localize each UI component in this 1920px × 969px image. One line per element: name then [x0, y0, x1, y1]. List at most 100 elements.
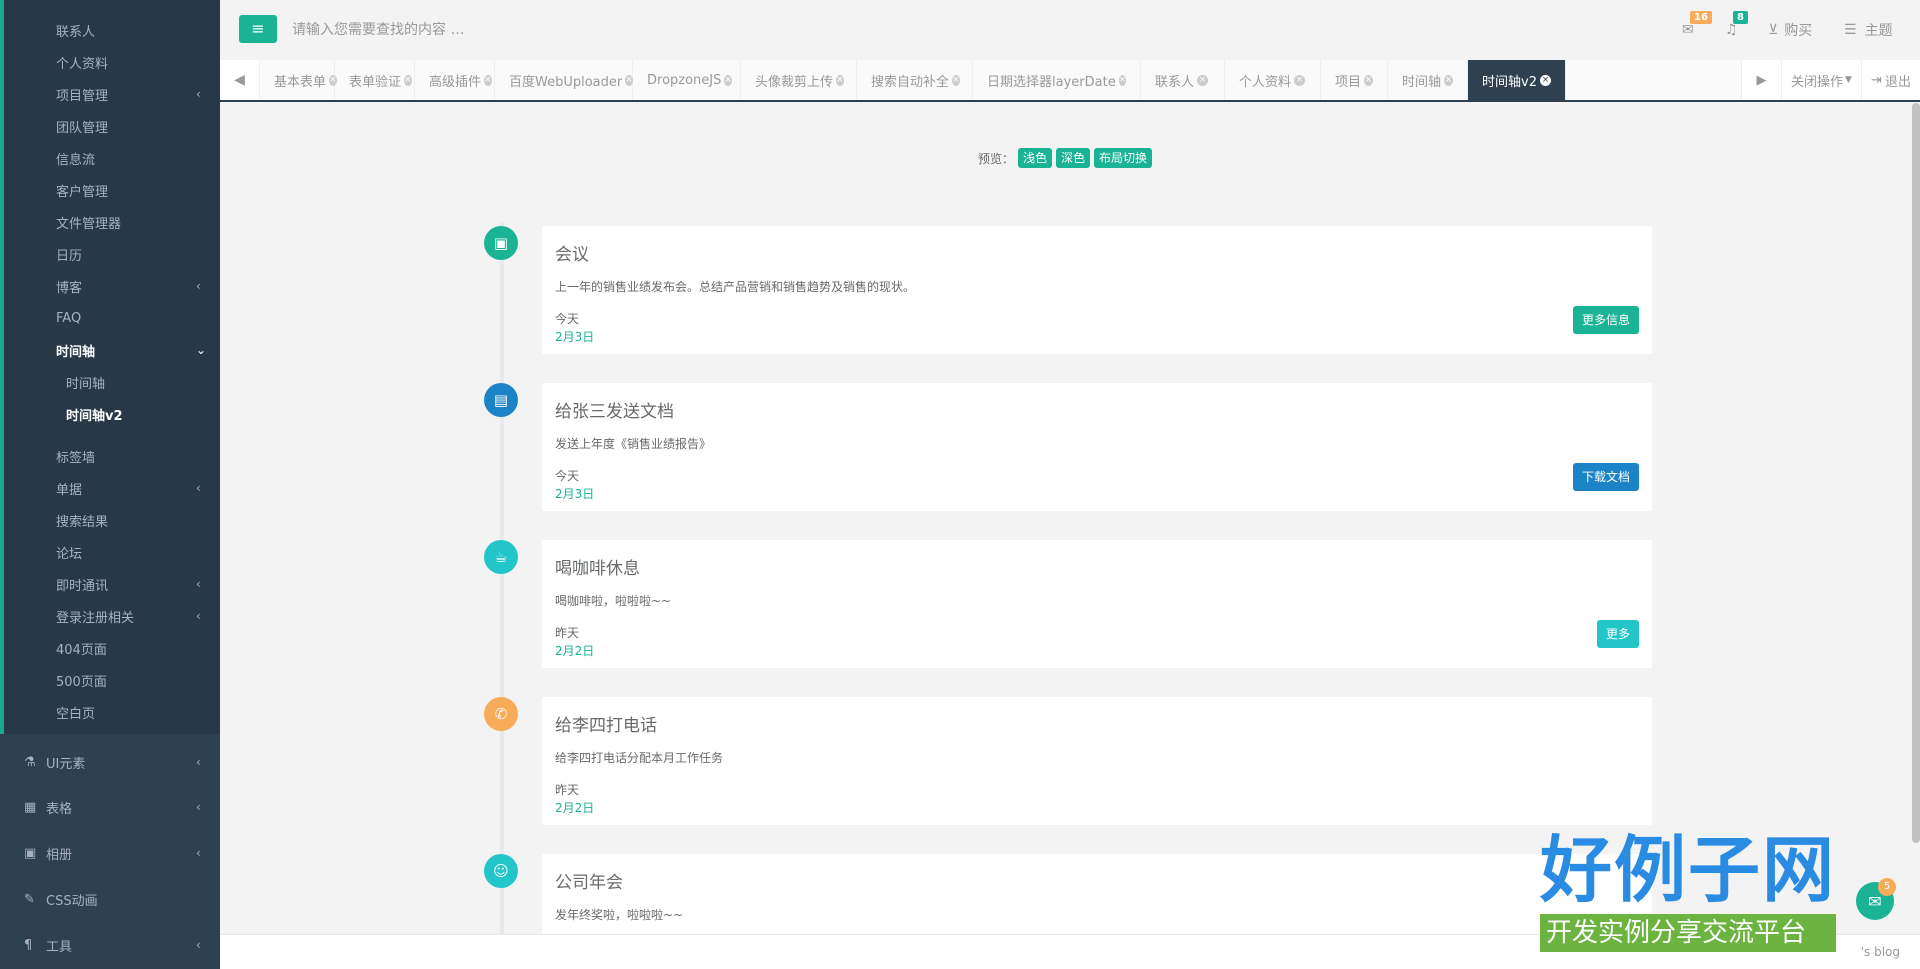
tab-webuploader[interactable]: 百度WebUploader × [495, 60, 633, 100]
sidebar-item-blank-page[interactable]: 空白页 [0, 696, 220, 728]
close-icon[interactable]: × [484, 74, 492, 86]
close-tabs-dropdown[interactable]: 关闭操作 ▼ [1781, 60, 1861, 100]
timeline-item-title: 公司年会 [555, 873, 623, 893]
tab-advanced-plugins[interactable]: 高级插件 × [415, 60, 495, 100]
close-icon[interactable]: × [836, 74, 844, 86]
envelope-icon: ✉ [1682, 22, 1694, 38]
tab-contacts[interactable]: 联系人 × [1141, 60, 1225, 100]
close-icon[interactable]: × [1444, 74, 1453, 86]
theme-link[interactable]: ☰ 主题 [1844, 18, 1893, 42]
close-icon[interactable]: × [1539, 74, 1551, 86]
sidebar-item-search-results[interactable]: 搜索结果 [0, 504, 220, 536]
tab-dropzonejs[interactable]: DropzoneJS × [633, 60, 741, 100]
sidebar-item-label: 表格 [46, 801, 73, 817]
flask-icon: ⚗ [24, 754, 36, 770]
preview-layout-toggle-button[interactable]: 布局切换 [1094, 148, 1153, 168]
timeline-item-title: 喝咖啡休息 [555, 559, 640, 579]
sidebar-item-label: 文件管理器 [56, 216, 122, 232]
preview-light-button[interactable]: 浅色 [1018, 148, 1053, 168]
sidebar-item-file-manager[interactable]: 文件管理器 [0, 206, 220, 238]
close-icon[interactable]: × [724, 74, 732, 86]
timeline-item-date: 2月2日 [555, 644, 595, 658]
close-icon[interactable]: × [404, 74, 412, 86]
timeline-item: 会议 上一年的销售业绩发布会。总结产品营销和销售趋势及销售的现状。 今天 2月3… [542, 226, 1652, 354]
timeline-item-date: 2月3日 [555, 487, 595, 501]
top-navbar: ≡ ✉ 16 ♫ 8 ⊻ 购买 ☰ 主题 [220, 0, 1920, 60]
sidebar-item-team-management[interactable]: 团队管理 [0, 110, 220, 142]
timeline-item: 给张三发送文档 发送上年度《销售业绩报告》 今天 2月3日 下载文档 [542, 383, 1652, 511]
timeline-item-title: 给李四打电话 [555, 716, 657, 736]
timeline-item-desc: 喝咖啡啦，啦啦啦~~ [555, 594, 672, 608]
preview-dark-button[interactable]: 深色 [1056, 148, 1091, 168]
sidebar-item-css-animation[interactable]: ✎ CSS动画 [0, 883, 220, 915]
sidebar-item-login-register[interactable]: 登录注册相关 ‹ [0, 600, 220, 632]
tab-timeline[interactable]: 时间轴 × [1388, 60, 1468, 100]
close-icon[interactable]: × [1197, 74, 1209, 86]
tab-projects[interactable]: 项目 × [1321, 60, 1388, 100]
more-button[interactable]: 更多 [1596, 620, 1639, 648]
sidebar-item-calendar[interactable]: 日历 [0, 238, 220, 270]
sidebar-item-tables[interactable]: ▦ 表格 ‹ [0, 791, 220, 823]
sidebar-item-profile[interactable]: 个人资料 [0, 46, 220, 78]
sidebar-item-project-management[interactable]: 项目管理 ‹ [0, 78, 220, 110]
tab-layerdate[interactable]: 日期选择器layerDate × [973, 60, 1141, 100]
close-icon[interactable]: × [1364, 74, 1373, 86]
timeline-item-date: 2月3日 [555, 330, 595, 344]
search-input[interactable] [292, 16, 692, 44]
chevron-left-icon: ‹ [196, 609, 201, 623]
sidebar-item-tag-wall[interactable]: 标签墙 [0, 440, 220, 472]
chevron-left-icon: ‹ [196, 481, 201, 495]
more-info-button[interactable]: 更多信息 [1572, 306, 1639, 334]
close-icon[interactable]: × [625, 74, 633, 86]
close-icon[interactable]: × [952, 74, 960, 86]
sidebar-item-chat[interactable]: 即时通讯 ‹ [0, 568, 220, 600]
sidebar-item-tools[interactable]: ¶ 工具 ‹ [0, 929, 220, 961]
tabs-scroll-left-button[interactable]: ◀ [220, 60, 260, 100]
sidebar-item-faq[interactable]: FAQ [0, 302, 220, 334]
sidebar-item-404[interactable]: 404页面 [0, 632, 220, 664]
menu-toggle-button[interactable]: ≡ [239, 15, 277, 43]
sidebar-item-500[interactable]: 500页面 [0, 664, 220, 696]
messages-count-badge: 16 [1690, 11, 1712, 24]
timeline-item-when: 昨天 [555, 626, 580, 640]
notifications-button[interactable]: ♫ 8 [1725, 11, 1748, 42]
messages-button[interactable]: ✉ 16 [1682, 11, 1712, 42]
chevron-down-icon: ⌄ [196, 343, 207, 357]
watermark-title: 好例子网 [1540, 828, 1837, 912]
tab-timeline-v2[interactable]: 时间轴v2 × [1468, 60, 1566, 100]
tab-profile[interactable]: 个人资料 × [1225, 60, 1321, 100]
close-tabs-label: 关闭操作 [1791, 74, 1844, 90]
caret-down-icon: ▼ [1845, 75, 1852, 85]
sidebar-item-forum[interactable]: 论坛 [0, 536, 220, 568]
tab-basic-form[interactable]: 基本表单 × [260, 60, 337, 100]
sidebar-item-contacts[interactable]: 联系人 [0, 14, 220, 46]
tasks-icon: ☰ [1844, 22, 1857, 38]
sidebar-item-label: 团队管理 [56, 120, 109, 136]
sidebar-subitem-timeline[interactable]: 时间轴 [0, 366, 220, 398]
content-scrollbar[interactable] [1912, 103, 1920, 843]
close-icon[interactable]: × [1118, 74, 1127, 86]
download-document-button[interactable]: 下载文档 [1572, 463, 1639, 491]
picture-icon: ▣ [24, 845, 37, 861]
sign-out-icon: ⇥ [1871, 72, 1882, 88]
sidebar: 联系人 个人资料 项目管理 ‹ 团队管理 信息流 客户管理 文件管理器 日历 博客… [0, 0, 220, 969]
timeline-line [500, 222, 504, 934]
tab-autocomplete[interactable]: 搜索自动补全 × [857, 60, 973, 100]
sidebar-item-blog[interactable]: 博客 ‹ [0, 270, 220, 302]
close-icon[interactable]: × [1294, 74, 1306, 86]
sidebar-item-label: 博客 [56, 280, 83, 296]
sidebar-item-feed[interactable]: 信息流 [0, 142, 220, 174]
tab-avatar-crop[interactable]: 头像裁剪上传 × [741, 60, 857, 100]
sidebar-item-ui-elements[interactable]: ⚗ UI元素 ‹ [0, 746, 220, 778]
tab-label: 基本表单 [274, 74, 327, 90]
sidebar-item-timeline[interactable]: 时间轴 ⌄ [0, 334, 220, 366]
tabs-scroll-right-button[interactable]: ▶ [1741, 60, 1781, 100]
sidebar-subitem-timeline-v2[interactable]: 时间轴v2 [0, 398, 220, 430]
sidebar-item-invoice[interactable]: 单据 ‹ [0, 472, 220, 504]
buy-link[interactable]: ⊻ 购买 [1768, 18, 1812, 42]
sidebar-item-gallery[interactable]: ▣ 相册 ‹ [0, 837, 220, 869]
tab-label: 百度WebUploader [509, 74, 623, 90]
logout-button[interactable]: ⇥ 退出 [1861, 60, 1920, 100]
tab-form-validation[interactable]: 表单验证 × [335, 60, 415, 100]
sidebar-item-clients[interactable]: 客户管理 [0, 174, 220, 206]
